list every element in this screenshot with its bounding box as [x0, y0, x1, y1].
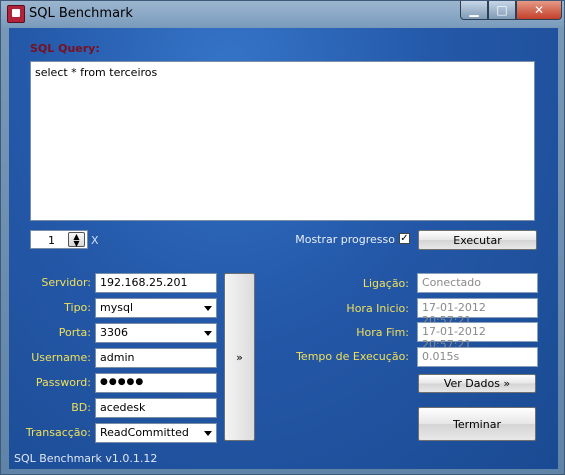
password-label: Password:: [35, 376, 91, 389]
minimize-icon: ▁: [469, 3, 479, 17]
run-button[interactable]: Executar: [418, 230, 537, 250]
exec-time-label: Tempo de Execução:: [296, 350, 409, 363]
type-select[interactable]: mysql: [95, 298, 217, 318]
port-label: Porta:: [58, 326, 91, 339]
app-window: SQL Benchmark ▁ □ ✕ SQL Query: select * …: [0, 0, 565, 475]
stepper-arrows-icon[interactable]: ▲ ▼: [68, 232, 85, 248]
query-label: SQL Query:: [30, 42, 100, 55]
link-label: Ligação:: [362, 277, 409, 290]
server-label: Servidor:: [41, 276, 91, 289]
title-bar[interactable]: SQL Benchmark ▁ □ ✕: [1, 1, 564, 27]
server-input[interactable]: 192.168.25.201: [95, 273, 217, 293]
version-label: SQL Benchmark v1.0.1.12: [14, 452, 158, 465]
database-input[interactable]: acedesk: [95, 398, 217, 418]
maximize-icon: □: [496, 3, 508, 17]
show-progress-label: Mostrar progresso: [295, 233, 395, 246]
transaction-select[interactable]: ReadCommitted: [95, 423, 217, 443]
repeat-stepper[interactable]: 1 ▲ ▼: [30, 230, 88, 249]
repeat-suffix: X: [91, 234, 99, 247]
main-panel: SQL Query: select * from terceiros 1 ▲ ▼ …: [9, 28, 558, 469]
database-label: BD:: [71, 401, 91, 414]
app-icon: [7, 5, 25, 23]
repeat-value[interactable]: 1: [37, 234, 55, 247]
end-time-field: 17-01-2012 20:57:21: [417, 322, 538, 351]
username-input[interactable]: admin: [95, 348, 217, 368]
show-progress-checkbox[interactable]: ✓: [399, 233, 410, 244]
link-status-field: Conectado: [417, 273, 538, 293]
apply-connection-button[interactable]: »: [224, 273, 255, 441]
query-textarea[interactable]: select * from terceiros: [30, 61, 535, 221]
maximize-button[interactable]: □: [488, 1, 516, 20]
start-time-field: 17-01-2012 20:57:21: [417, 298, 538, 327]
transaction-label: Transacção:: [25, 426, 91, 439]
window-title: SQL Benchmark: [29, 6, 133, 21]
end-time-label: Hora Fim:: [356, 326, 409, 339]
password-input[interactable]: ●●●●●: [95, 373, 217, 393]
type-label: Tipo:: [64, 301, 91, 314]
start-time-label: Hora Inicio:: [346, 302, 409, 315]
username-label: Username:: [31, 351, 91, 364]
exec-time-field: 0.015s: [417, 347, 538, 367]
close-button[interactable]: ✕: [516, 1, 562, 20]
minimize-button[interactable]: ▁: [460, 1, 488, 20]
close-icon: ✕: [533, 3, 545, 17]
finish-button[interactable]: Terminar: [418, 407, 536, 441]
port-select[interactable]: 3306: [95, 323, 217, 343]
view-data-button[interactable]: Ver Dados »: [418, 374, 536, 393]
